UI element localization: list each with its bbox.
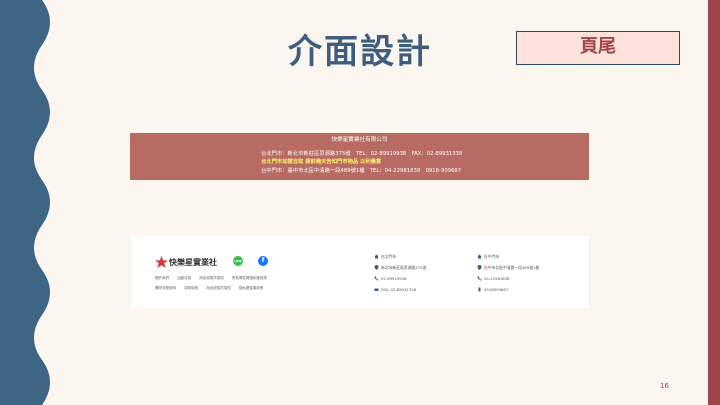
footer-links-row-2: 購物流程說明 運費說明 商品退換貨須知 隱私權保護政策 — [155, 286, 270, 291]
star-logo-icon — [155, 256, 168, 268]
store-address: 台中市北區中清路一段489號1樓 — [484, 264, 540, 270]
home-icon — [477, 254, 482, 259]
footer-links-row-1: 關於我們 活動花絮 商品退換貨須知 會員專區與隱私權政策 — [155, 276, 274, 281]
store-mobile[interactable]: 0918909687 — [484, 287, 508, 292]
footer-link[interactable]: 會員專區與隱私權政策 — [232, 276, 267, 281]
store-info-taichung: 台中門市 台中市北區中清路一段489號1樓 04-22981838 091890… — [477, 254, 539, 298]
store-address: 新北市新莊區思源路375號 — [381, 264, 427, 270]
phone-icon — [477, 276, 482, 281]
facebook-icon[interactable]: f — [258, 256, 268, 266]
store-phone[interactable]: 02-89919938 — [381, 276, 407, 281]
logo-text: 快樂星實業社 — [169, 257, 217, 267]
footer-pickup-notice: 台北門市如需自取 請前幾天告知門市物品 以利備貨 — [261, 159, 382, 165]
footer-link[interactable]: 關於我們 — [155, 276, 169, 281]
section-tag: 頁尾 — [516, 31, 680, 65]
footer-link[interactable]: 商品退換貨須知 — [199, 276, 224, 281]
footer-link[interactable]: 活動花絮 — [177, 276, 191, 281]
map-pin-icon — [477, 265, 482, 270]
store-phone[interactable]: 04-22981838 — [484, 276, 510, 281]
mobile-icon — [478, 287, 481, 292]
footer-link[interactable]: 購物流程說明 — [155, 286, 176, 291]
store-name: 台中門市 — [484, 253, 500, 259]
footer-link[interactable]: 隱私權保護政策 — [239, 286, 264, 291]
footer-taichung-info: 台中門市：臺中市北區中清路一段489號1樓 TEL：04-22981838 09… — [261, 168, 462, 174]
facebook-icon-label: f — [261, 257, 265, 264]
footer-logo[interactable]: 快樂星實業社 — [155, 256, 217, 268]
store-fax: FAX: 02-89931338 — [381, 287, 417, 292]
footer-link[interactable]: 商品退換貨須知 — [206, 286, 231, 291]
footer-link[interactable]: 運費說明 — [184, 286, 198, 291]
store-info-taipei: 台北門市 新北市新莊區思源路375號 02-89919938 FAX: 02-8… — [374, 254, 426, 298]
home-icon — [374, 254, 379, 259]
phone-icon — [374, 276, 379, 281]
map-pin-icon — [374, 265, 379, 270]
page-number: 16 — [660, 382, 669, 390]
footer-taipei-info: 台北門市：新北市新莊區思源路375號 TEL：02-89919938 FAX：0… — [261, 151, 463, 157]
footer-design-white: 快樂星實業社 LINE f 關於我們 活動花絮 商品退換貨須知 會員專區與隱私權… — [131, 236, 589, 308]
footer-company-name: 快樂星實業社有限公司 — [331, 137, 388, 143]
store-name: 台北門市 — [381, 253, 397, 259]
fax-icon — [374, 288, 379, 291]
line-icon[interactable]: LINE — [233, 256, 243, 266]
footer-design-red: 快樂星實業社有限公司 台北門市：新北市新莊區思源路375號 TEL：02-899… — [130, 133, 589, 180]
line-icon-label: LINE — [234, 259, 242, 263]
